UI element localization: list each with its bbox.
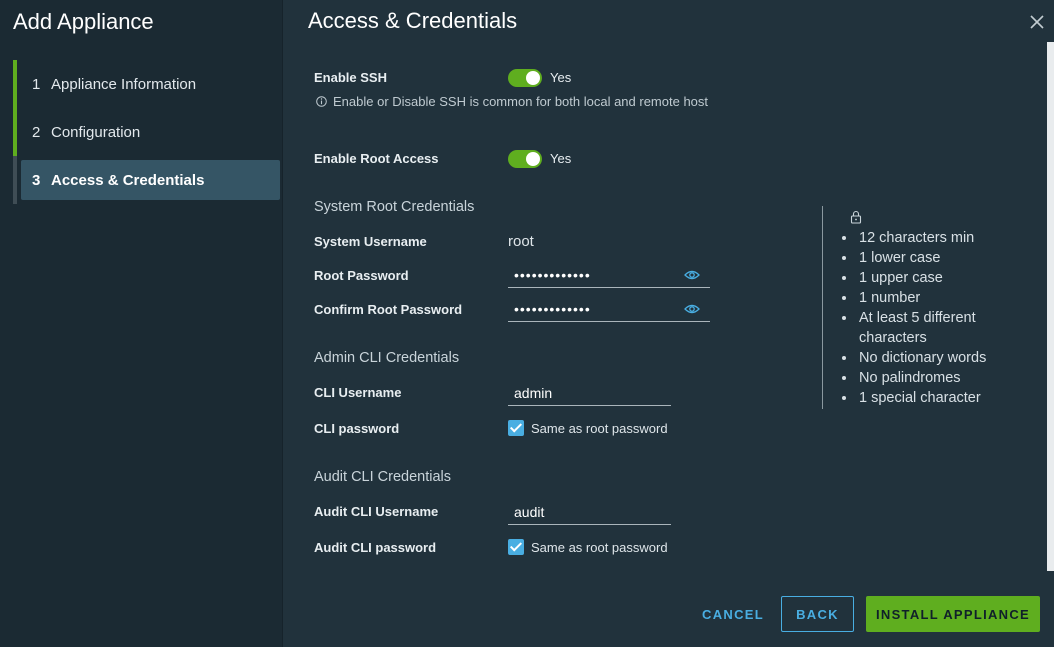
confirm-root-password-label: Confirm Root Password xyxy=(314,302,463,317)
step-progress-bar xyxy=(13,156,17,204)
audit-cli-username-label: Audit CLI Username xyxy=(314,504,439,519)
enable-ssh-value: Yes xyxy=(550,70,572,85)
step-appliance-information[interactable]: 1 Appliance Information xyxy=(13,60,280,108)
enable-ssh-label: Enable SSH xyxy=(314,70,387,85)
password-rule: At least 5 different characters xyxy=(857,308,1027,348)
cli-password-label: CLI password xyxy=(314,421,400,436)
checkbox-checked[interactable] xyxy=(508,539,524,555)
enable-ssh-toggle[interactable] xyxy=(508,69,542,87)
cli-username-input[interactable]: admin xyxy=(508,382,671,406)
step-configuration[interactable]: 2 Configuration xyxy=(13,108,280,156)
password-rule: 1 special character xyxy=(857,388,1027,408)
root-password-masked: ••••••••••••• xyxy=(514,267,591,283)
back-button[interactable]: BACK xyxy=(781,596,854,632)
show-password-eye-icon[interactable] xyxy=(684,269,700,281)
step-access-credentials[interactable]: 3 Access & Credentials xyxy=(13,156,280,204)
step-progress-bar xyxy=(13,108,17,156)
system-username-value: root xyxy=(508,233,534,250)
password-rules-list: 12 characters min 1 lower case 1 upper c… xyxy=(841,228,1027,408)
admin-cli-credentials-heading: Admin CLI Credentials xyxy=(314,350,460,366)
step-number: 1 xyxy=(32,75,41,93)
checkbox-checked[interactable] xyxy=(508,420,524,436)
show-password-eye-icon[interactable] xyxy=(684,303,700,315)
dialog-title: Add Appliance xyxy=(13,9,154,34)
audit-cli-credentials-heading: Audit CLI Credentials xyxy=(314,469,452,485)
checkbox-label: Same as root password xyxy=(531,420,668,436)
confirm-password-masked: ••••••••••••• xyxy=(514,301,591,317)
root-password-label: Root Password xyxy=(314,268,409,283)
checkbox-label: Same as root password xyxy=(531,539,668,555)
enable-root-access-value: Yes xyxy=(550,151,572,166)
password-rule: 1 upper case xyxy=(857,268,1027,288)
cli-username-label: CLI Username xyxy=(314,385,402,400)
wizard-sidebar: Add Appliance 1 Appliance Information 2 … xyxy=(0,0,283,647)
wizard-steps: 1 Appliance Information 2 Configuration … xyxy=(13,60,280,204)
cancel-button[interactable]: CANCEL xyxy=(695,596,771,632)
enable-root-access-label: Enable Root Access xyxy=(314,151,439,166)
step-number: 3 xyxy=(32,171,41,189)
system-username-label: System Username xyxy=(314,234,427,249)
step-progress-bar xyxy=(13,60,17,108)
step-number: 2 xyxy=(32,123,41,141)
scrollbar[interactable] xyxy=(1047,42,1054,571)
close-icon[interactable] xyxy=(1029,14,1045,30)
password-requirements: 12 characters min 1 lower case 1 upper c… xyxy=(822,206,986,409)
password-rule: 1 number xyxy=(857,288,1027,308)
page-title: Access & Credentials xyxy=(308,8,518,33)
step-label: Appliance Information xyxy=(51,75,197,93)
info-icon xyxy=(316,96,327,107)
lock-icon xyxy=(850,210,862,224)
cli-password-same-as-root-checkbox[interactable]: Same as root password xyxy=(508,420,668,436)
step-label: Configuration xyxy=(51,123,141,141)
root-password-input[interactable]: ••••••••••••• xyxy=(508,264,710,288)
password-rule: 12 characters min xyxy=(857,228,1027,248)
enable-root-access-toggle[interactable] xyxy=(508,150,542,168)
install-appliance-button[interactable]: INSTALL APPLIANCE xyxy=(866,596,1040,632)
ssh-info-note: Enable or Disable SSH is common for both… xyxy=(316,94,708,109)
confirm-root-password-input[interactable]: ••••••••••••• xyxy=(508,298,710,322)
wizard-content: Access & Credentials Enable SSH Yes Enab… xyxy=(283,0,1054,647)
audit-cli-username-input[interactable]: audit xyxy=(508,501,671,525)
password-rule: No dictionary words xyxy=(857,348,1027,368)
step-label: Access & Credentials xyxy=(51,171,205,189)
password-rule: 1 lower case xyxy=(857,248,1027,268)
ssh-info-text: Enable or Disable SSH is common for both… xyxy=(333,94,709,109)
audit-cli-password-label: Audit CLI password xyxy=(314,540,437,555)
password-rule: No palindromes xyxy=(857,368,1027,388)
audit-cli-password-same-as-root-checkbox[interactable]: Same as root password xyxy=(508,539,668,555)
system-root-credentials-heading: System Root Credentials xyxy=(314,199,475,215)
